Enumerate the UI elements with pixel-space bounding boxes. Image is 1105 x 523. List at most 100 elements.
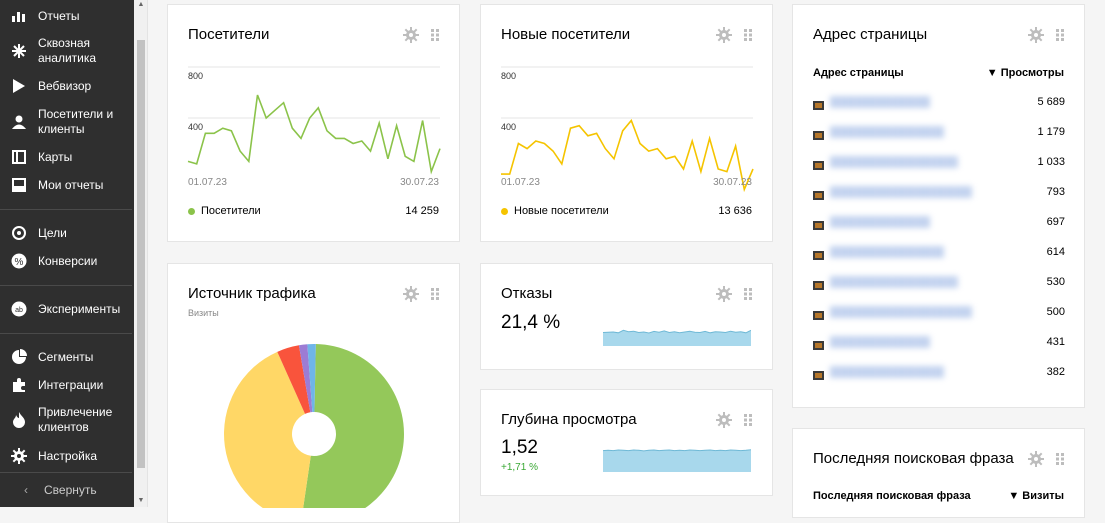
svg-text:%: % (15, 257, 24, 268)
gear-icon[interactable] (1028, 27, 1044, 43)
column-header-page[interactable]: Адрес страницы (813, 67, 904, 79)
favicon-icon (813, 127, 824, 137)
column-header-views[interactable]: ▼ Просмотры (987, 67, 1064, 79)
table-row[interactable]: ███████████████████ 614 (813, 242, 1065, 262)
widget-tools (716, 286, 752, 302)
x-tick-label: 01.07.23 (188, 177, 227, 188)
gear-icon[interactable] (716, 412, 732, 428)
target-icon (10, 225, 28, 241)
nav-item-label: Сегменты (38, 350, 93, 365)
widget-page-depth: Глубина просмотра 1,52 +1,71 % (480, 389, 773, 496)
views-value: 530 (1025, 276, 1065, 288)
pie-slice[interactable] (301, 344, 404, 508)
widget-tools (1028, 451, 1064, 467)
scroll-up-arrow-icon[interactable]: ▲ (137, 1, 145, 8)
metric-value: 1,52 (501, 437, 538, 459)
bounces-sparkline (603, 316, 751, 346)
widget-title: Глубина просмотра (501, 411, 637, 428)
drag-handle-icon[interactable] (744, 414, 752, 426)
views-value: 431 (1025, 336, 1065, 348)
drag-handle-icon[interactable] (1056, 453, 1064, 465)
legend-label: Посетители (201, 205, 261, 217)
y-tick-label: 400 (188, 122, 203, 132)
views-value: 793 (1025, 186, 1065, 198)
table-row[interactable]: ███████████████████500 (813, 302, 1065, 322)
views-value: 1 033 (1025, 156, 1065, 168)
nav-item-goals[interactable]: Цели (10, 225, 132, 241)
widget-bounces: Отказы 21,4 % (480, 263, 773, 370)
drag-handle-icon[interactable] (744, 288, 752, 300)
asterisk-icon (10, 43, 28, 59)
table-row[interactable]: ███████████████████382 (813, 362, 1065, 382)
table-row[interactable]: ███████████████████ 793 (813, 182, 1065, 202)
table-row[interactable]: ███████████████████697 (813, 212, 1065, 232)
legend-dot (188, 208, 195, 215)
widget-visitors: Посетители 800 400 01.07.23 30.07.23 Пос… (167, 4, 460, 242)
metric-value: 21,4 % (501, 312, 560, 334)
x-tick-label: 30.07.23 (713, 177, 752, 188)
page-url-link[interactable]: ███████████████████ (830, 246, 944, 258)
widget-last-search-phrase: Последняя поисковая фраза Последняя поис… (792, 428, 1085, 518)
nav-item-settings[interactable]: Настройка (10, 448, 132, 464)
gear-icon[interactable] (1028, 451, 1044, 467)
nav-item-label: Мои отчеты (38, 178, 103, 193)
y-tick-label: 800 (501, 71, 516, 81)
table-row[interactable]: ███████████████████ 1 033 (813, 152, 1065, 172)
widget-new-visitors: Новые посетители 800 400 01.07.23 30.07.… (480, 4, 773, 242)
nav-item-my-reports[interactable]: Мои отчеты (10, 177, 132, 193)
collapse-label: Свернуть (44, 483, 97, 498)
widget-title: Адрес страницы (813, 26, 927, 43)
legend-item[interactable]: Посетители (188, 205, 261, 217)
drag-handle-icon[interactable] (1056, 29, 1064, 41)
gear-icon[interactable] (716, 286, 732, 302)
nav-item-integrations[interactable]: Интеграции (10, 377, 132, 393)
page-url-link[interactable]: ███████████████████ (830, 126, 944, 138)
scroll-down-arrow-icon[interactable]: ▼ (137, 497, 145, 504)
collapse-button[interactable]: ‹ Свернуть (20, 482, 142, 498)
nav-item-label: Карты (38, 150, 72, 165)
nav-item-segments[interactable]: Сегменты (10, 349, 132, 365)
page-url-link[interactable]: ███████████████████ (830, 186, 972, 198)
page-url-link[interactable]: ███████████████████ (830, 366, 944, 378)
nav-item-label: Привлечение клиентов (38, 405, 132, 435)
favicon-icon (813, 217, 824, 227)
puzzle-icon (10, 377, 28, 393)
page-url-link[interactable]: ███████████████████ (830, 306, 972, 318)
nav-item-conversions[interactable]: % Конверсии (10, 253, 132, 269)
favicon-icon (813, 367, 824, 377)
column-header-visits[interactable]: ▼ Визиты (1008, 490, 1064, 502)
table-row[interactable]: ███████████████████ 530 (813, 272, 1065, 292)
nav-item-webvisor[interactable]: Вебвизор (10, 78, 132, 94)
total-value: 14 259 (405, 205, 439, 217)
percent-icon: % (10, 253, 28, 269)
nav-item-visitors-clients[interactable]: Посетители и клиенты (10, 107, 132, 137)
legend-item[interactable]: Новые посетители (501, 205, 609, 217)
table-row[interactable]: ███████████████████1 179 (813, 122, 1065, 142)
person-icon (10, 114, 28, 130)
nav-item-label: Посетители и клиенты (38, 107, 132, 137)
nav-item-reports[interactable]: Отчеты (10, 8, 132, 24)
page-url-link[interactable]: ███████████████████ (830, 276, 958, 288)
nav-item-maps[interactable]: Карты (10, 149, 132, 165)
page-url-link[interactable]: ███████████████████ (830, 96, 930, 108)
depth-sparkline (603, 438, 751, 472)
favicon-icon (813, 307, 824, 317)
nav-item-end-to-end-analytics[interactable]: Сквозная аналитика (10, 36, 132, 66)
page-url-link[interactable]: ███████████████████ (830, 156, 958, 168)
favicon-icon (813, 97, 824, 107)
nav-item-client-acquisition[interactable]: Привлечение клиентов (10, 405, 132, 435)
table-row[interactable]: ███████████████████ 431 (813, 332, 1065, 352)
y-tick-label: 800 (188, 71, 203, 81)
sidebar-scrollbar-thumb[interactable] (137, 40, 145, 468)
favicon-icon (813, 277, 824, 287)
widget-title: Отказы (501, 285, 552, 302)
legend-label: Новые посетители (514, 205, 609, 217)
views-value: 614 (1025, 246, 1065, 258)
pie-icon (10, 349, 28, 365)
table-row[interactable]: ███████████████████5 689 (813, 92, 1065, 112)
column-header-phrase[interactable]: Последняя поисковая фраза (813, 490, 971, 502)
page-url-link[interactable]: ███████████████████ (830, 216, 930, 228)
y-tick-label: 400 (501, 122, 516, 132)
page-url-link[interactable]: ███████████████████ (830, 336, 930, 348)
nav-item-experiments[interactable]: ab Эксперименты (10, 301, 132, 317)
